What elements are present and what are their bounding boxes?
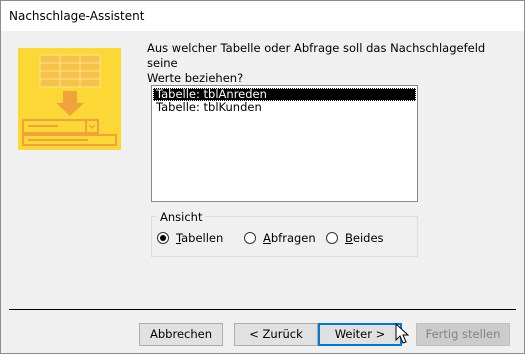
cancel-button[interactable]: Abbrechen <box>139 323 223 346</box>
wizard-content: Aus welcher Tabelle oder Abfrage soll da… <box>1 31 524 353</box>
view-group-label: Ansicht <box>157 210 206 224</box>
radio-both[interactable]: Beides <box>326 231 384 245</box>
lookup-wizard-dialog: Nachschlage-Assistent Aus welcher Tabell… <box>0 0 525 354</box>
back-button[interactable]: < Zurück <box>234 323 318 346</box>
radio-both-circle[interactable] <box>326 232 338 244</box>
next-button[interactable]: Weiter > <box>318 323 402 346</box>
radio-tables[interactable]: Tabellen <box>157 231 223 245</box>
radio-tables-circle[interactable] <box>157 232 169 244</box>
radio-tables-label: Tabellen <box>176 231 224 245</box>
radio-queries-label: Abfragen <box>263 231 316 245</box>
list-item-tblkunden[interactable]: Tabelle: tblKunden <box>153 101 416 114</box>
mouse-pointer-icon <box>395 323 409 344</box>
wizard-prompt: Aus welcher Tabelle oder Abfrage soll da… <box>147 41 486 85</box>
table-query-listbox[interactable]: Tabelle: tblAnreden Tabelle: tblKunden <box>151 85 418 202</box>
radio-queries[interactable]: Abfragen <box>244 231 316 245</box>
radio-both-label: Beides <box>345 231 384 245</box>
wizard-illustration-icon <box>18 48 121 150</box>
window-title: Nachschlage-Assistent <box>9 9 145 23</box>
finish-button[interactable]: Fertig stellen <box>416 323 510 346</box>
button-separator <box>9 309 516 310</box>
title-bar[interactable]: Nachschlage-Assistent <box>1 1 524 31</box>
radio-queries-circle[interactable] <box>244 232 256 244</box>
